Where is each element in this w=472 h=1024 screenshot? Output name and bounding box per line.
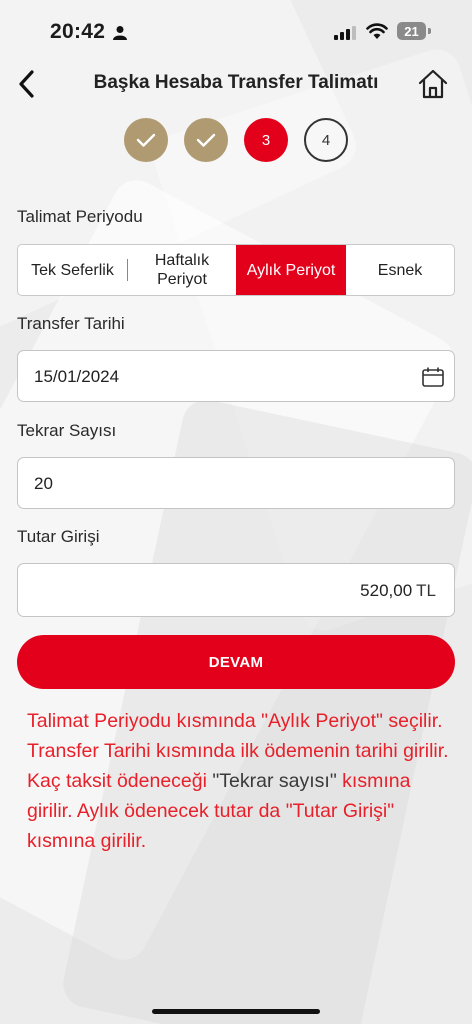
battery-icon: 21: [397, 22, 426, 40]
step-indicator: 3 4: [0, 118, 472, 164]
page-title: Başka Hesaba Transfer Talimatı: [93, 72, 379, 93]
period-option-weekly[interactable]: Haftalık Periyot: [128, 245, 236, 295]
period-option-single[interactable]: Tek Seferlik: [18, 245, 127, 295]
repeat-count-field[interactable]: 20: [17, 457, 455, 509]
person-icon: [113, 26, 127, 40]
step-4-pending: 4: [304, 118, 348, 162]
check-icon: [136, 133, 156, 147]
status-time: 20:42: [50, 20, 106, 43]
calendar-icon[interactable]: [422, 367, 444, 387]
amount-display: 520,00 TL: [360, 581, 436, 601]
home-indicator[interactable]: [152, 1009, 320, 1014]
continue-button[interactable]: DEVAM: [17, 635, 455, 689]
nav-header: Başka Hesaba Transfer Talimatı: [0, 62, 472, 106]
amount-label: Tutar Girişi: [17, 527, 100, 546]
transfer-date-field[interactable]: 15/01/2024: [17, 350, 455, 402]
repeat-count-value: 20: [34, 474, 53, 493]
period-option-flexible[interactable]: Esnek: [346, 245, 454, 295]
transfer-date-value: 15/01/2024: [34, 367, 120, 386]
battery-tip: [428, 28, 431, 34]
period-label: Talimat Periyodu: [17, 207, 143, 226]
period-option-monthly[interactable]: Aylık Periyot: [236, 245, 346, 295]
wifi-icon: [366, 23, 388, 39]
battery-level: 21: [404, 23, 419, 39]
home-icon[interactable]: [416, 66, 450, 102]
amount-value: 520,00: [360, 581, 413, 600]
amount-currency: TL: [416, 581, 436, 600]
step-1-done: [124, 118, 168, 162]
amount-field[interactable]: 520,00 TL: [17, 563, 455, 617]
repeat-count-label: Tekrar Sayısı: [17, 421, 117, 440]
status-bar: 20:42 21: [0, 0, 472, 62]
period-segmented-control: Tek Seferlik Haftalık Periyot Aylık Peri…: [17, 244, 455, 296]
step-3-active: 3: [244, 118, 288, 162]
step-2-done: [184, 118, 228, 162]
check-icon: [196, 133, 216, 147]
instruction-note: Talimat Periyodu kısmında "Aylık Periyot…: [27, 706, 452, 856]
transfer-date-label: Transfer Tarihi: [17, 314, 125, 333]
cellular-signal-icon: [334, 26, 356, 40]
instruction-part-2: "Tekrar sayısı": [212, 770, 337, 792]
